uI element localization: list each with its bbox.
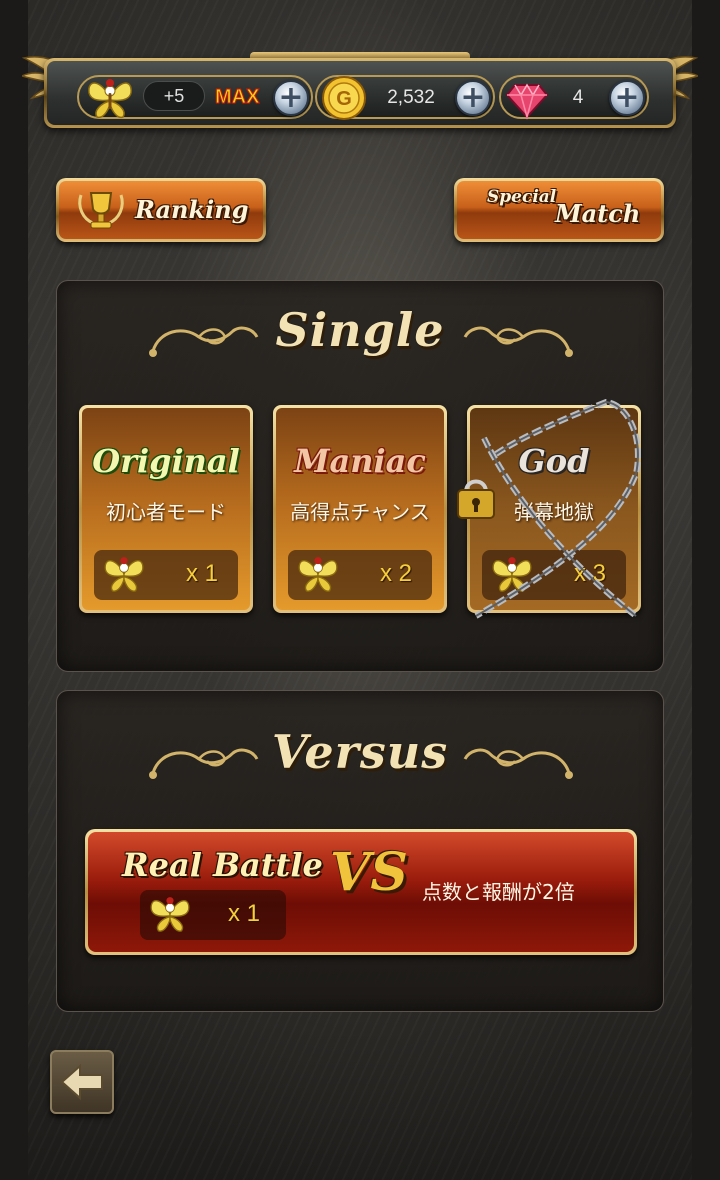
- single-mode-panel: Single Original 初心者モード x 1 Maniac 高得点チャン…: [56, 280, 664, 672]
- add-gems-button[interactable]: +: [609, 80, 645, 116]
- butterfly-icon: [298, 557, 338, 592]
- special-match-button[interactable]: Special Match: [454, 178, 664, 242]
- god-mode-card[interactable]: God 弾幕地獄 x 3: [467, 405, 641, 613]
- flourish-left-icon: [149, 326, 259, 357]
- stamina-counter: +5 MAX +: [77, 75, 313, 119]
- butterfly-icon: [104, 557, 144, 592]
- back-button[interactable]: [50, 1050, 114, 1114]
- plus-icon: +: [278, 80, 304, 115]
- original-mode-name: Original: [92, 442, 240, 480]
- gold-amount: 2,532: [387, 87, 435, 108]
- trophy-icon: [78, 192, 124, 229]
- butterfly-icon: [150, 897, 190, 932]
- maniac-mode-cost: x 2: [288, 550, 432, 600]
- maniac-cost-value: x 2: [380, 560, 413, 587]
- ranking-button[interactable]: Ranking: [56, 178, 266, 242]
- gem-amount: 4: [572, 87, 584, 108]
- maniac-mode-name: Maniac: [294, 442, 426, 480]
- flourish-right-icon: [463, 326, 573, 357]
- original-mode-card[interactable]: Original 初心者モード x 1: [79, 405, 253, 613]
- butterfly-icon: [492, 557, 532, 592]
- svg-text:G: G: [336, 88, 352, 110]
- vs-emblem: VS: [330, 842, 408, 903]
- stamina-max-label: MAX: [214, 86, 260, 109]
- real-battle-cost: x 1: [140, 890, 286, 940]
- resource-bar: +5 MAX + G 2,532 + 4 +: [44, 58, 676, 128]
- god-cost-value: x 3: [574, 560, 607, 587]
- special-match-label-1: Special: [487, 187, 557, 207]
- back-arrow-icon: [60, 1063, 103, 1101]
- gold-counter: G 2,532 +: [315, 75, 495, 120]
- god-mode-name: God: [518, 442, 590, 480]
- gold-coin-icon: G: [322, 76, 366, 120]
- butterfly-icon: [88, 79, 132, 119]
- maniac-mode-subtitle: 高得点チャンス: [290, 500, 430, 524]
- flourish-right-icon: [463, 748, 573, 779]
- gem-counter: 4 +: [499, 75, 649, 120]
- add-gold-button[interactable]: +: [455, 80, 491, 116]
- plus-icon: +: [614, 80, 640, 115]
- real-battle-button[interactable]: Real Battle VS 点数と報酬が2倍 x 1: [85, 829, 637, 955]
- stamina-bonus: +5: [143, 81, 205, 111]
- versus-mode-panel: Versus Real Battle VS 点数と報酬が2倍 x 1: [56, 690, 664, 1012]
- special-match-label-2: Match: [555, 199, 641, 228]
- original-mode-subtitle: 初心者モード: [106, 500, 226, 524]
- original-mode-cost: x 1: [94, 550, 238, 600]
- maniac-mode-card[interactable]: Maniac 高得点チャンス x 2: [273, 405, 447, 613]
- god-mode-cost: x 3: [482, 550, 626, 600]
- real-battle-description: 点数と報酬が2倍: [422, 880, 575, 904]
- real-battle-cost-value: x 1: [228, 900, 261, 927]
- ranking-label: Ranking: [135, 195, 249, 224]
- plus-icon: +: [460, 80, 486, 115]
- add-stamina-button[interactable]: +: [273, 80, 309, 116]
- original-cost-value: x 1: [186, 560, 219, 587]
- gem-icon: [505, 83, 549, 120]
- real-battle-label: Real Battle: [122, 846, 323, 884]
- flourish-left-icon: [149, 748, 259, 779]
- god-mode-subtitle: 弾幕地獄: [514, 500, 594, 524]
